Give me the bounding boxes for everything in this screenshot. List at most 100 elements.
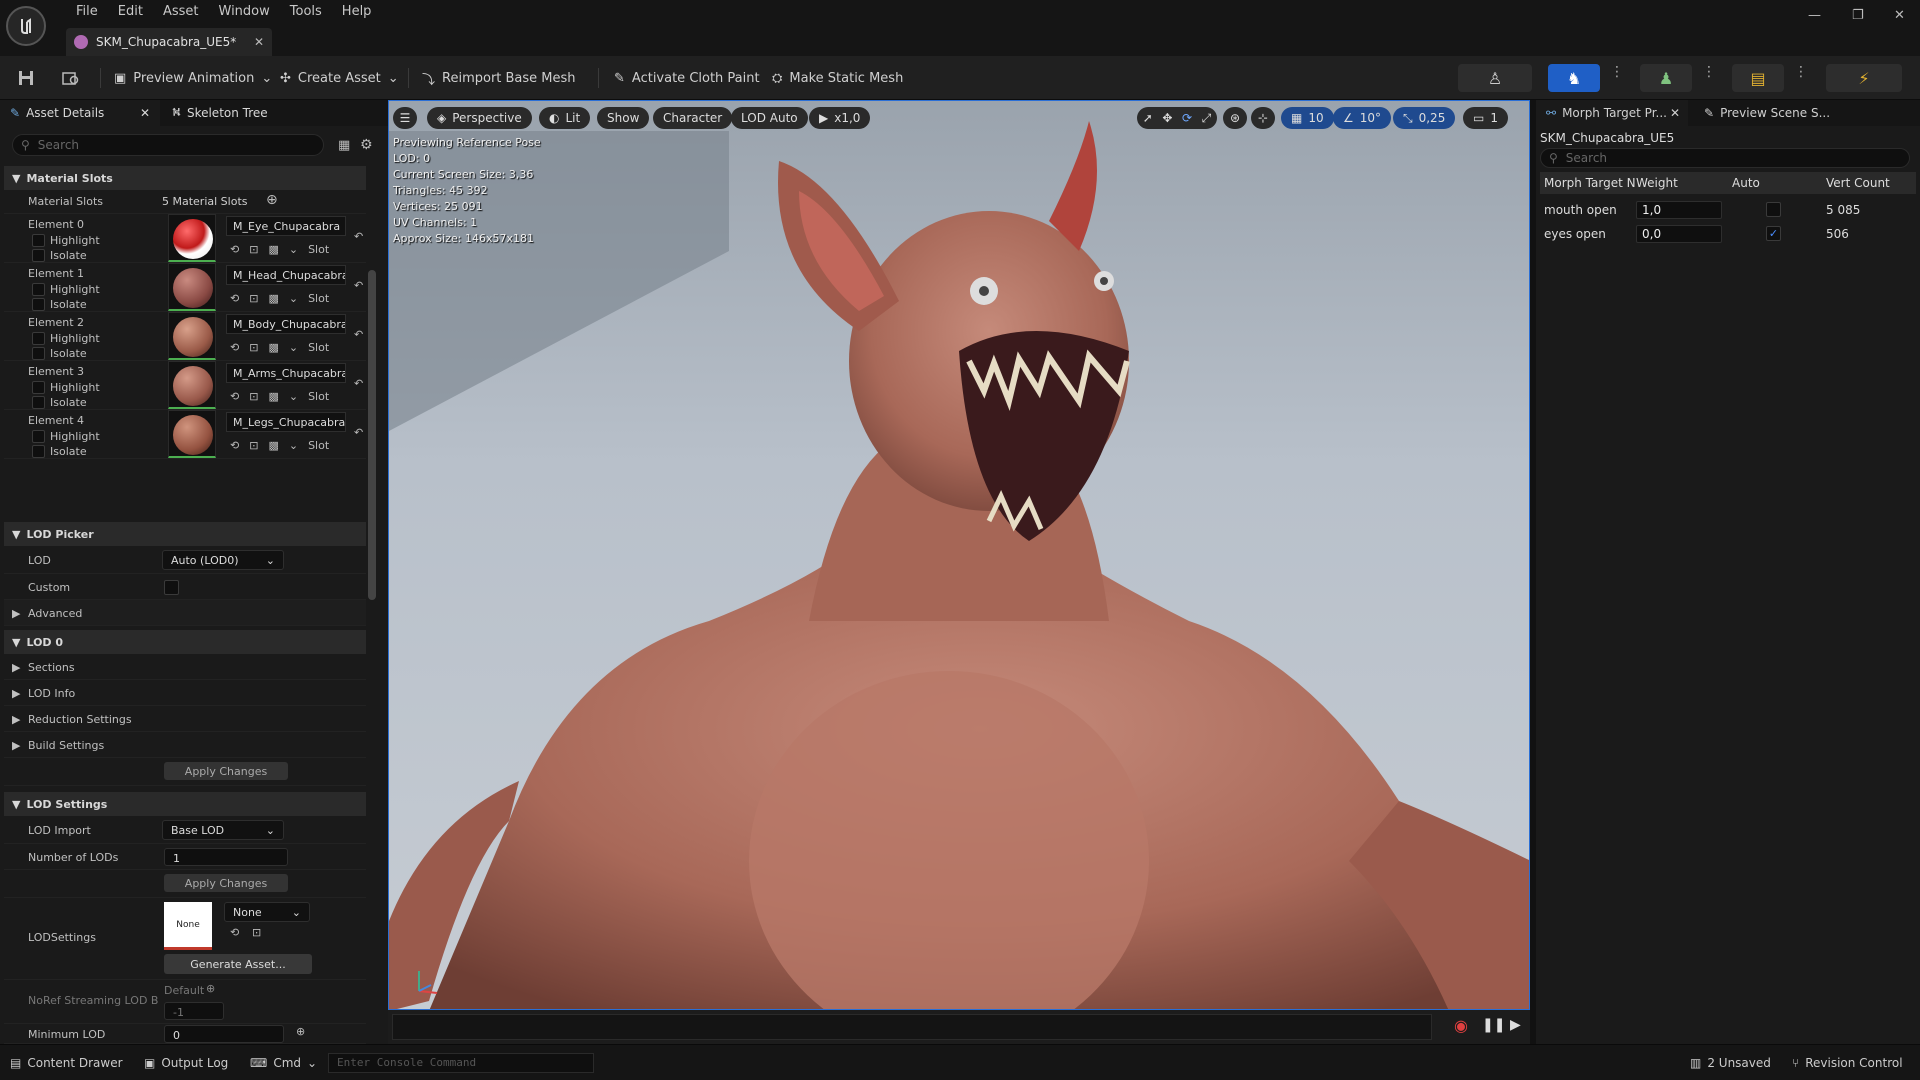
cmd-dropdown[interactable]: ⌨ Cmd ⌄ (250, 1053, 317, 1073)
menu-asset[interactable]: Asset (153, 2, 209, 22)
col-auto[interactable]: Auto (1732, 176, 1760, 190)
make-static-mesh-button[interactable]: ⛭ Make Static Mesh (766, 64, 909, 92)
checker-icon[interactable]: ▩ (268, 243, 278, 256)
chevron-down-icon[interactable]: ⌄ (289, 341, 298, 354)
sections-row[interactable]: ▶ Sections (4, 654, 366, 680)
section-lod-settings[interactable]: ▼ LOD Settings (4, 792, 366, 816)
use-selected-icon[interactable]: ⟲ (230, 926, 239, 939)
use-selected-icon[interactable]: ⟲ (230, 439, 239, 452)
content-drawer-button[interactable]: ▤ Content Drawer (10, 1053, 123, 1073)
close-window-icon[interactable]: ✕ (1894, 8, 1905, 23)
table-row[interactable]: eyes open 0,0 ✓ 506 (1540, 222, 1916, 246)
isolate-checkbox[interactable] (32, 249, 45, 262)
add-slot-icon[interactable]: ⊕ (266, 192, 278, 208)
chevron-down-icon[interactable]: ⌄ (289, 243, 298, 256)
playback-speed-button[interactable]: ▶ x1,0 (809, 107, 871, 129)
blueprint-mode-options-icon[interactable]: ⋮ (1794, 64, 1808, 80)
surface-snap-button[interactable]: ⊹ (1251, 107, 1275, 129)
col-weight[interactable]: Weight (1636, 176, 1678, 190)
menu-file[interactable]: File (66, 2, 108, 22)
console-command-input[interactable]: Enter Console Command (328, 1053, 594, 1073)
create-asset-button[interactable]: ✣ Create Asset ⌄ (274, 64, 405, 92)
custom-checkbox[interactable] (164, 580, 179, 595)
local-space-button[interactable]: ⊛ (1223, 107, 1247, 129)
browse-icon[interactable]: ⊡ (249, 243, 258, 256)
section-material-slots[interactable]: ▼ Material Slots (4, 166, 366, 190)
lod-auto-button[interactable]: LOD Auto (731, 107, 808, 129)
reset-icon[interactable]: ↶ (354, 328, 363, 341)
select-icon[interactable]: ➚ (1143, 111, 1153, 125)
use-selected-icon[interactable]: ⟲ (230, 292, 239, 305)
highlight-checkbox[interactable] (32, 381, 45, 394)
isolate-checkbox[interactable] (32, 347, 45, 360)
viewport-menu-button[interactable]: ☰ (393, 107, 417, 129)
restore-icon[interactable]: ❐ (1852, 8, 1864, 23)
browse-icon[interactable]: ⊡ (249, 439, 258, 452)
lit-button[interactable]: ◐ Lit (539, 107, 591, 129)
isolate-checkbox[interactable] (32, 445, 45, 458)
lodsettings-dropdown[interactable]: None ⌄ (224, 902, 310, 922)
isolate-checkbox[interactable] (32, 298, 45, 311)
col-vert-count[interactable]: Vert Count (1826, 176, 1890, 190)
character-button[interactable]: Character (653, 107, 733, 129)
checker-icon[interactable]: ▩ (268, 439, 278, 452)
reset-icon[interactable]: ↶ (354, 279, 363, 292)
move-icon[interactable]: ✥ (1162, 111, 1172, 125)
close-tab-icon[interactable]: ✕ (140, 106, 150, 120)
material-name-field[interactable]: M_Legs_Chupacabra (226, 412, 346, 432)
gear-icon[interactable]: ⚙ (360, 137, 373, 153)
num-lods-field[interactable]: 1 (164, 848, 288, 866)
auto-checkbox[interactable] (1766, 202, 1781, 217)
show-button[interactable]: Show (597, 107, 650, 129)
use-selected-icon[interactable]: ⟲ (230, 390, 239, 403)
reset-icon[interactable]: ↶ (354, 377, 363, 390)
col-morph-target-name[interactable]: Morph Target N (1544, 176, 1636, 190)
lodsettings-thumbnail[interactable]: None (164, 902, 212, 950)
highlight-checkbox[interactable] (32, 430, 45, 443)
reimport-base-mesh-button[interactable]: ⤵ Reimport Base Mesh (416, 64, 582, 92)
scale-icon[interactable]: ⤢ (1202, 111, 1212, 126)
material-thumbnail[interactable] (168, 410, 216, 458)
chevron-down-icon[interactable]: ⌄ (289, 439, 298, 452)
table-row[interactable]: mouth open 1,0 5 085 (1540, 198, 1916, 222)
material-thumbnail[interactable] (168, 263, 216, 311)
use-selected-icon[interactable]: ⟲ (230, 341, 239, 354)
tab-skeleton-tree[interactable]: ⛕ Skeleton Tree (162, 100, 268, 126)
material-thumbnail[interactable] (168, 214, 216, 262)
add-platform-icon[interactable]: ⊕ (296, 1025, 305, 1038)
browse-icon[interactable]: ⊡ (249, 390, 258, 403)
advanced-row[interactable]: ▶ Advanced (4, 600, 366, 626)
details-search-input[interactable]: ⚲ Search (12, 134, 324, 156)
add-platform-icon[interactable]: ⊕ (206, 982, 215, 995)
checker-icon[interactable]: ▩ (268, 390, 278, 403)
material-name-field[interactable]: M_Eye_Chupacabra (226, 216, 346, 236)
reset-icon[interactable]: ↶ (354, 426, 363, 439)
document-tab[interactable]: SKM_Chupacabra_UE5* ✕ (66, 28, 272, 56)
mesh-mode-button[interactable]: ♞ (1548, 64, 1600, 92)
blueprint-mode-button[interactable]: ▤ (1732, 64, 1784, 92)
menu-tools[interactable]: Tools (280, 2, 332, 22)
highlight-checkbox[interactable] (32, 234, 45, 247)
tab-preview-scene-settings[interactable]: ✎ Preview Scene S... (1694, 100, 1830, 126)
apply-changes-button[interactable]: Apply Changes (164, 874, 288, 892)
lod-import-dropdown[interactable]: Base LOD ⌄ (162, 820, 284, 840)
chevron-down-icon[interactable]: ⌄ (289, 390, 298, 403)
apply-changes-button[interactable]: Apply Changes (164, 762, 288, 780)
material-thumbnail[interactable] (168, 361, 216, 409)
unsaved-button[interactable]: ▥ 2 Unsaved (1690, 1053, 1771, 1073)
chevron-down-icon[interactable]: ⌄ (289, 292, 298, 305)
save-icon[interactable] (12, 64, 40, 92)
checker-icon[interactable]: ▩ (268, 341, 278, 354)
minimize-icon[interactable]: — (1808, 8, 1821, 23)
reduction-settings-row[interactable]: ▶ Reduction Settings (4, 706, 366, 732)
browse-icon[interactable]: ⊡ (249, 292, 258, 305)
lod-dropdown[interactable]: Auto (LOD0) ⌄ (162, 550, 284, 570)
output-log-button[interactable]: ▣ Output Log (144, 1053, 228, 1073)
tab-asset-details[interactable]: ✎ Asset Details ✕ (0, 100, 160, 126)
preview-viewport[interactable]: ☰ ◈ Perspective ◐ Lit Show Character LOD… (388, 100, 1530, 1010)
pause-icon[interactable]: ❚❚ (1482, 1017, 1505, 1033)
grid-view-icon[interactable]: ▦ (338, 138, 350, 153)
noref-field[interactable]: -1 (164, 1002, 224, 1020)
material-name-field[interactable]: M_Head_Chupacabra (226, 265, 346, 285)
menu-edit[interactable]: Edit (108, 2, 153, 22)
